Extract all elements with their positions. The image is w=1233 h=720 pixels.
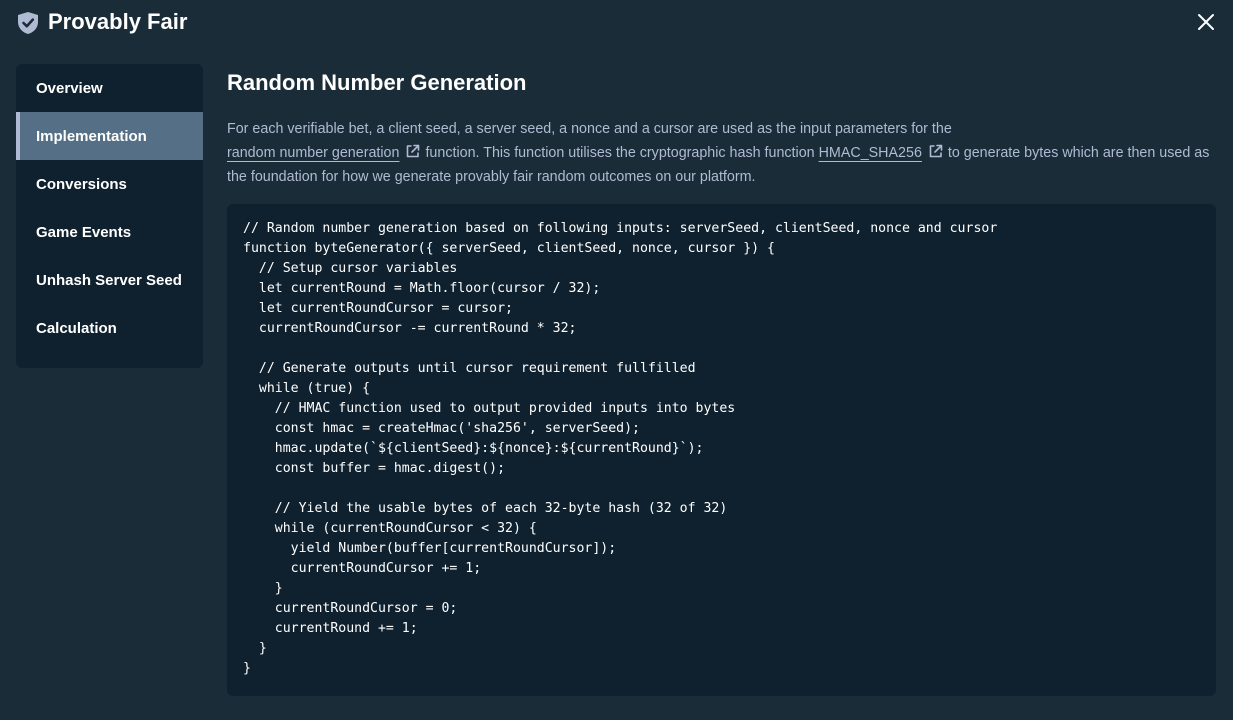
code-line: currentRound += 1;: [243, 621, 418, 636]
description-text-1: For each verifiable bet, a client seed, …: [227, 121, 952, 137]
code-line: // Generate outputs until cursor require…: [243, 361, 696, 376]
sidebar-item-implementation[interactable]: Implementation: [16, 112, 203, 160]
sidebar-item-game-events[interactable]: Game Events: [16, 208, 203, 256]
page-title: Random Number Generation: [227, 70, 527, 95]
sidebar-nav: Overview Implementation Conversions Game…: [16, 64, 203, 368]
code-line: }: [243, 581, 283, 596]
code-line: while (currentRoundCursor < 32) {: [243, 521, 537, 536]
code-line: // HMAC function used to output provided…: [243, 401, 736, 416]
description: For each verifiable bet, a client seed, …: [227, 117, 1212, 189]
random-number-generation-link[interactable]: random number generation: [227, 145, 399, 161]
sidebar-item-calculation[interactable]: Calculation: [16, 304, 203, 352]
code-line: let currentRound = Math.floor(cursor / 3…: [243, 281, 601, 296]
code-line: currentRoundCursor += 1;: [243, 561, 482, 576]
code-line: // Yield the usable bytes of each 32-byt…: [243, 501, 728, 516]
code-line: function byteGenerator({ serverSeed, cli…: [243, 241, 775, 256]
code-line: let currentRoundCursor = cursor;: [243, 301, 513, 316]
code-line: hmac.update(`${clientSeed}:${nonce}:${cu…: [243, 441, 704, 456]
code-line: // Random number generation based on fol…: [243, 221, 998, 236]
external-link-icon[interactable]: [405, 143, 421, 159]
code-line: yield Number(buffer[currentRoundCursor])…: [243, 541, 617, 556]
code-line: const hmac = createHmac('sha256', server…: [243, 421, 640, 436]
description-text-2: function. This function utilises the cry…: [425, 145, 815, 161]
code-line: currentRoundCursor = 0;: [243, 601, 458, 616]
code-line: const buffer = hmac.digest();: [243, 461, 506, 476]
code-line: // Setup cursor variables: [243, 261, 458, 276]
sidebar-item-overview[interactable]: Overview: [16, 64, 203, 112]
close-icon[interactable]: [1194, 10, 1218, 34]
code-block: // Random number generation based on fol…: [227, 204, 1216, 696]
sidebar-item-unhash-server-seed[interactable]: Unhash Server Seed: [16, 256, 203, 304]
hmac-sha256-link[interactable]: HMAC_SHA256: [819, 145, 922, 161]
code-line: currentRoundCursor -= currentRound * 32;: [243, 321, 577, 336]
code-line: }: [243, 661, 251, 676]
modal-header: Provably Fair: [0, 0, 1233, 46]
external-link-icon[interactable]: [928, 143, 944, 159]
code-line: while (true) {: [243, 381, 371, 396]
code-line: }: [243, 641, 267, 656]
shield-check-icon: [18, 12, 38, 34]
modal-title: Provably Fair: [48, 9, 188, 34]
sidebar-item-conversions[interactable]: Conversions: [16, 160, 203, 208]
